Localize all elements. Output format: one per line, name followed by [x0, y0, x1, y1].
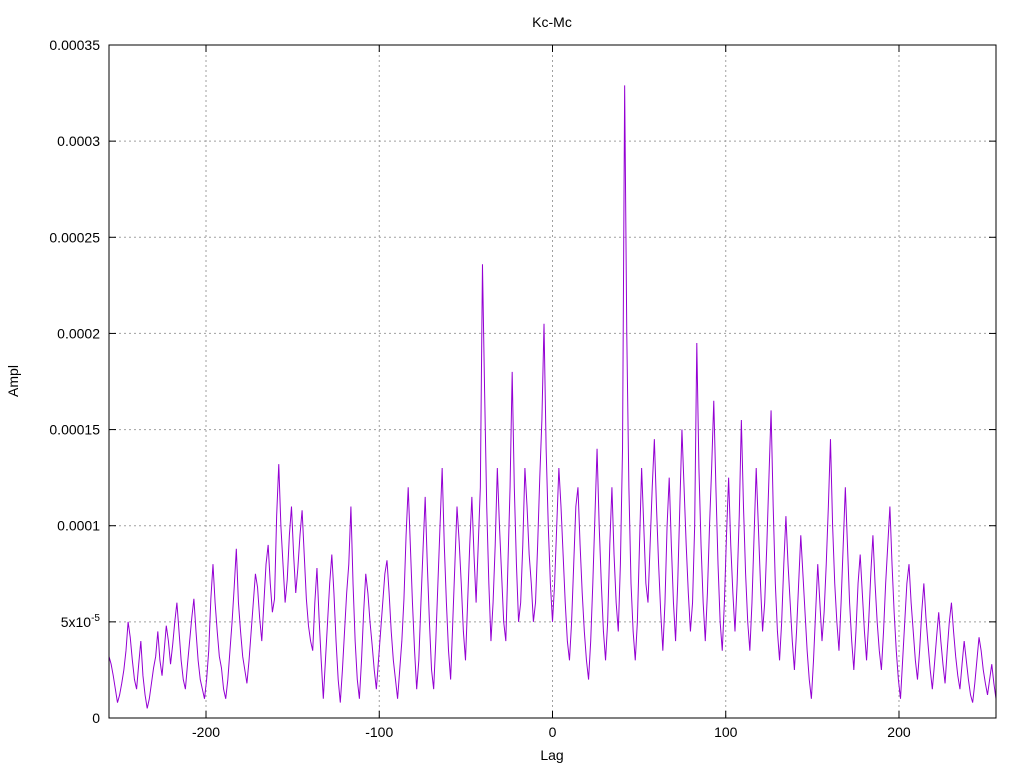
y-axis-title: Ampl	[5, 365, 21, 397]
y-tick-exponent: -5	[91, 613, 100, 624]
y-tick-label: 5x10-5	[61, 613, 101, 630]
chart-title: Kc-Mc	[532, 14, 572, 30]
x-tick-label: -100	[365, 724, 393, 740]
y-tick-label: 0.0003	[57, 133, 100, 149]
y-tick-label: 0.0002	[57, 325, 100, 341]
x-tick-label: -200	[192, 724, 220, 740]
x-tick-label: 200	[887, 724, 911, 740]
y-tick-label: 0.0001	[57, 518, 100, 534]
x-axis-title: Lag	[540, 747, 563, 763]
x-tick-label: 0	[549, 724, 557, 740]
y-tick-label: 0.00035	[49, 37, 100, 53]
y-tick-label: 0	[92, 710, 100, 726]
tick-labels: -200 -100 0 100 200 0 5x10-5 0.0001 0.00015 0.000…	[49, 37, 910, 740]
y-tick-label: 0.00025	[49, 229, 100, 245]
y-tick-label: 0.00015	[49, 422, 100, 438]
chart-canvas: Kc-Mc Ampl Lag -200 -100 0 100 200 0 5x10-5 0.0…	[5, 14, 997, 763]
x-tick-label: 100	[714, 724, 738, 740]
